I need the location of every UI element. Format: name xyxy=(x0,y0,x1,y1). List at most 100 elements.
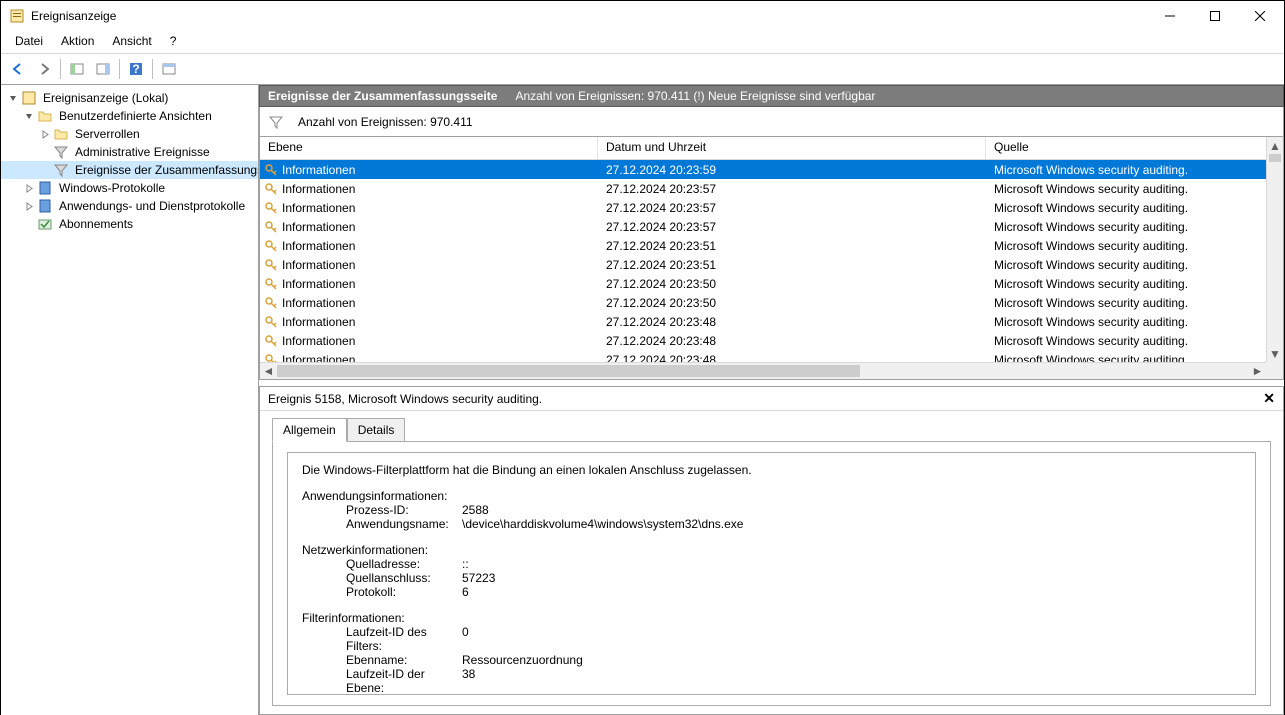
event-datetime: 27.12.2024 20:23:57 xyxy=(598,182,986,196)
show-hide-tree-button[interactable] xyxy=(65,57,89,81)
toolbar-separator xyxy=(152,59,153,79)
minimize-button[interactable] xyxy=(1147,2,1192,31)
horizontal-scrollbar[interactable]: ◄ ► xyxy=(260,362,1266,379)
scroll-left-icon[interactable]: ◄ xyxy=(260,363,277,379)
layer-id-label: Laufzeit-ID der Ebene: xyxy=(302,667,462,695)
proto-label: Protokoll: xyxy=(302,585,462,599)
src-addr-value: :: xyxy=(462,557,469,571)
column-datetime[interactable]: Datum und Uhrzeit xyxy=(598,137,986,159)
event-level: Informationen xyxy=(282,220,355,234)
menu-help[interactable]: ? xyxy=(162,32,185,50)
menu-view[interactable]: Ansicht xyxy=(104,32,159,50)
event-row[interactable]: Informationen27.12.2024 20:23:51Microsof… xyxy=(260,236,1283,255)
column-level[interactable]: Ebene xyxy=(260,137,598,159)
layer-id-value: 38 xyxy=(462,667,475,695)
close-button[interactable] xyxy=(1237,2,1282,31)
collapse-icon[interactable] xyxy=(21,112,37,121)
event-row[interactable]: Informationen27.12.2024 20:23:51Microsof… xyxy=(260,255,1283,274)
event-source: Microsoft Windows security auditing. xyxy=(986,239,1283,253)
close-detail-button[interactable]: ✕ xyxy=(1263,390,1275,407)
tree-server-roles[interactable]: Serverrollen xyxy=(1,125,258,143)
src-port-label: Quellanschluss: xyxy=(302,571,462,585)
logs-icon xyxy=(37,180,53,196)
tab-details[interactable]: Details xyxy=(347,418,406,442)
folder-icon xyxy=(37,108,53,124)
content-subtitle: Anzahl von Ereignissen: 970.411 (!) Neue… xyxy=(515,89,875,103)
event-level: Informationen xyxy=(282,239,355,253)
event-level: Informationen xyxy=(282,315,355,329)
logs-icon xyxy=(37,198,53,214)
detail-tabs: Allgemein Details xyxy=(260,411,1283,441)
event-source: Microsoft Windows security auditing. xyxy=(986,334,1283,348)
properties-button[interactable] xyxy=(91,57,115,81)
detail-message: Die Windows-Filterplattform hat die Bind… xyxy=(302,463,1241,477)
event-row[interactable]: Informationen27.12.2024 20:23:57Microsof… xyxy=(260,179,1283,198)
tree-app-service-logs[interactable]: Anwendungs- und Dienstprotokolle xyxy=(1,197,258,215)
main-area: Ereignisanzeige (Lokal) Benutzerdefinier… xyxy=(1,85,1284,715)
forward-button[interactable] xyxy=(32,57,56,81)
view-button[interactable] xyxy=(157,57,181,81)
expand-icon[interactable] xyxy=(37,130,53,139)
window-title: Ereignisanzeige xyxy=(31,9,1147,23)
collapse-icon[interactable] xyxy=(5,94,21,103)
content-panel: Ereignisse der Zusammenfassungsseite Anz… xyxy=(259,85,1284,715)
detail-panel: Ereignis 5158, Microsoft Windows securit… xyxy=(259,386,1284,715)
detail-title: Ereignis 5158, Microsoft Windows securit… xyxy=(268,392,1263,406)
tree-summary-events[interactable]: Ereignisse der Zusammenfassungsseite xyxy=(1,161,258,179)
proto-value: 6 xyxy=(462,585,469,599)
help-button[interactable]: ? xyxy=(124,57,148,81)
filter-id-value: 0 xyxy=(462,625,469,653)
app-name-value: \device\harddiskvolume4\windows\system32… xyxy=(462,517,743,531)
event-level: Informationen xyxy=(282,163,355,177)
title-bar: Ereignisanzeige xyxy=(1,1,1284,31)
scroll-thumb[interactable] xyxy=(277,365,860,377)
net-info-header: Netzwerkinformationen: xyxy=(302,543,1241,557)
app-info-header: Anwendungsinformationen: xyxy=(302,489,1241,503)
tree-custom-views[interactable]: Benutzerdefinierte Ansichten xyxy=(1,107,258,125)
event-row[interactable]: Informationen27.12.2024 20:23:50Microsof… xyxy=(260,293,1283,312)
event-datetime: 27.12.2024 20:23:48 xyxy=(598,315,986,329)
tab-general[interactable]: Allgemein xyxy=(272,418,347,442)
content-header: Ereignisse der Zusammenfassungsseite Anz… xyxy=(259,85,1284,107)
event-row[interactable]: Informationen27.12.2024 20:23:50Microsof… xyxy=(260,274,1283,293)
event-source: Microsoft Windows security auditing. xyxy=(986,182,1283,196)
tree-windows-logs[interactable]: Windows-Protokolle xyxy=(1,179,258,197)
info-icon xyxy=(264,201,278,215)
event-viewer-icon xyxy=(21,90,37,106)
column-source[interactable]: Quelle xyxy=(986,137,1283,159)
menu-action[interactable]: Aktion xyxy=(53,32,102,50)
event-row[interactable]: Informationen27.12.2024 20:23:57Microsof… xyxy=(260,217,1283,236)
tree-root[interactable]: Ereignisanzeige (Lokal) xyxy=(1,89,258,107)
app-name-label: Anwendungsname: xyxy=(302,517,462,531)
scroll-right-icon[interactable]: ► xyxy=(1249,363,1266,379)
app-icon xyxy=(9,8,25,24)
scroll-thumb[interactable] xyxy=(1269,154,1281,162)
menu-file[interactable]: Datei xyxy=(7,32,51,50)
tree-subscriptions[interactable]: Abonnements xyxy=(1,215,258,233)
event-row[interactable]: Informationen27.12.2024 20:23:48Microsof… xyxy=(260,331,1283,350)
event-source: Microsoft Windows security auditing. xyxy=(986,315,1283,329)
event-source: Microsoft Windows security auditing. xyxy=(986,277,1283,291)
vertical-scrollbar[interactable]: ▲ ▼ xyxy=(1266,137,1283,362)
svg-text:?: ? xyxy=(132,62,139,76)
event-source: Microsoft Windows security auditing. xyxy=(986,201,1283,215)
list-body[interactable]: Informationen27.12.2024 20:23:59Microsof… xyxy=(260,160,1283,379)
event-datetime: 27.12.2024 20:23:51 xyxy=(598,258,986,272)
process-id-label: Prozess-ID: xyxy=(302,503,462,517)
filter-icon xyxy=(53,162,69,178)
event-row[interactable]: Informationen 27.12.2024 20:23:48Microsof… xyxy=(260,312,1283,331)
tree-admin-events[interactable]: Administrative Ereignisse xyxy=(1,143,258,161)
filter-icon[interactable] xyxy=(268,114,284,130)
event-datetime: 27.12.2024 20:23:59 xyxy=(598,163,986,177)
back-button[interactable] xyxy=(6,57,30,81)
info-icon xyxy=(264,334,278,348)
event-row[interactable]: Informationen27.12.2024 20:23:59Microsof… xyxy=(260,160,1283,179)
event-row[interactable]: Informationen27.12.2024 20:23:57Microsof… xyxy=(260,198,1283,217)
maximize-button[interactable] xyxy=(1192,2,1237,31)
navigation-tree[interactable]: Ereignisanzeige (Lokal) Benutzerdefinier… xyxy=(1,85,259,715)
expand-icon[interactable] xyxy=(21,184,37,193)
scroll-down-icon[interactable]: ▼ xyxy=(1267,345,1283,362)
src-port-value: 57223 xyxy=(462,571,495,585)
scroll-up-icon[interactable]: ▲ xyxy=(1267,137,1283,154)
expand-icon[interactable] xyxy=(21,202,37,211)
